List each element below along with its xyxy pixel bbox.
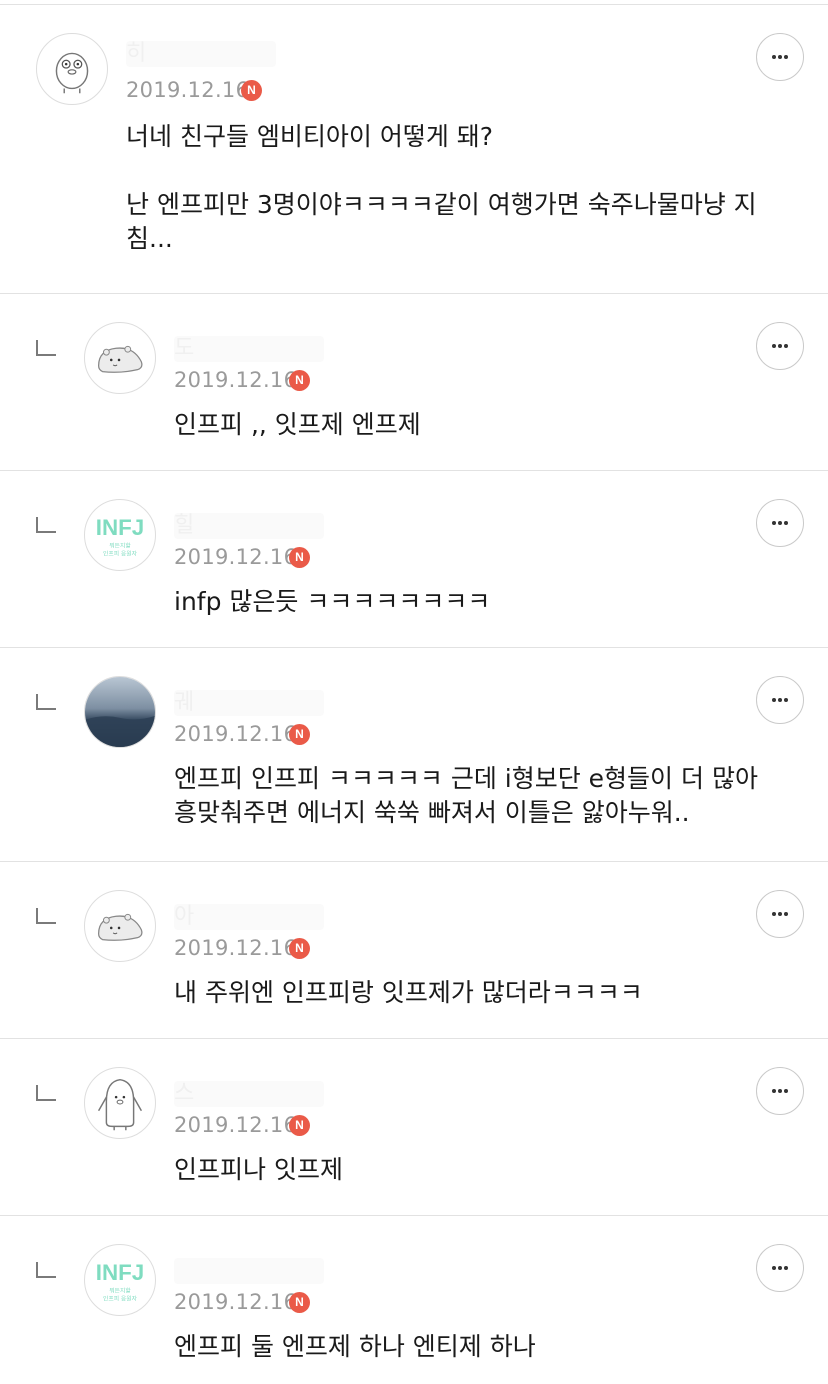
reply-arrow-icon	[36, 908, 56, 924]
seal-avatar-icon	[97, 345, 143, 373]
avatar[interactable]	[84, 890, 156, 962]
reply-item: INFJ 뭐든지할 인프피 응원자 힐 2019.12.16 N infp 많은…	[0, 471, 828, 648]
dot	[778, 912, 782, 916]
new-badge: N	[289, 724, 310, 745]
more-options-button[interactable]	[756, 499, 804, 547]
dot	[772, 55, 776, 59]
dot	[772, 1089, 776, 1093]
dot	[784, 1266, 788, 1270]
reply-arrow-icon	[36, 340, 56, 356]
comment-text: 내 주위엔 인프피랑 잇프제가 많더라ㅋㅋㅋㅋ	[174, 978, 643, 1007]
duck-avatar-icon	[55, 52, 89, 94]
dot	[784, 698, 788, 702]
dot	[784, 344, 788, 348]
reply-item: INFJ 뭐든지할 인프피 응원자 2019.12.16 N 엔프피 둘 엔프제…	[0, 1216, 828, 1384]
svg-text:뭐든지할: 뭐든지할	[109, 542, 131, 550]
reply-item: 궤 2019.12.16 N 엔프피 인프피 ㅋㅋㅋㅋㅋ 근데 i형보단 e형들…	[0, 648, 828, 862]
infj-avatar-icon: INFJ 뭐든지할 인프피 응원자	[96, 1260, 144, 1302]
dot	[772, 698, 776, 702]
svg-text:뭐든지할: 뭐든지할	[109, 1287, 131, 1295]
new-badge: N	[289, 547, 310, 568]
comment-date: 2019.12.16	[126, 78, 250, 102]
dot	[778, 521, 782, 525]
dot	[778, 1089, 782, 1093]
comment-text: 엔프피 인프피 ㅋㅋㅋㅋㅋ 근데 i형보단 e형들이 더 많아 흥맞춰주면 에너…	[174, 764, 758, 827]
avatar[interactable]: INFJ 뭐든지할 인프피 응원자	[84, 1244, 156, 1316]
comment-text: 인프피나 잇프제	[174, 1155, 343, 1184]
penguin-avatar-icon	[97, 1078, 143, 1131]
new-badge: N	[241, 80, 262, 101]
comment-date: 2019.12.16	[174, 368, 298, 392]
reply-item: 스 2019.12.16 N 인프피나 잇프제	[0, 1039, 828, 1216]
reply-item: 도 2019.12.16 N 인프피 ,, 잇프제 엔프제	[0, 294, 828, 471]
dot	[778, 698, 782, 702]
dot	[772, 344, 776, 348]
reply-arrow-icon	[36, 1085, 56, 1101]
nickname[interactable]: 아	[174, 904, 324, 930]
dot	[784, 55, 788, 59]
comment-text: 너네 친구들 엠비티아이 어떻게 돼? 난 엔프피만 3명이야ㅋㅋㅋㅋ같이 여행…	[126, 122, 757, 253]
more-options-button[interactable]	[756, 1244, 804, 1292]
avatar[interactable]	[84, 1067, 156, 1139]
dot	[778, 55, 782, 59]
nickname[interactable]: 힐	[174, 513, 324, 539]
new-badge: N	[289, 370, 310, 391]
svg-text:인프피 응원자: 인프피 응원자	[103, 1294, 138, 1302]
dot	[778, 344, 782, 348]
dot	[784, 1089, 788, 1093]
comment-date: 2019.12.16	[174, 1290, 298, 1314]
avatar[interactable]	[84, 322, 156, 394]
dot	[778, 1266, 782, 1270]
seal-avatar-icon	[97, 913, 143, 941]
new-badge: N	[289, 1292, 310, 1313]
comment-text: 인프피 ,, 잇프제 엔프제	[174, 410, 421, 439]
reply-arrow-icon	[36, 517, 56, 533]
nickname[interactable]: 궤	[174, 690, 324, 716]
comment-date: 2019.12.16	[174, 1113, 298, 1137]
more-options-button[interactable]	[756, 33, 804, 81]
nickname[interactable]: 스	[174, 1081, 324, 1107]
comment-text: infp 많은듯 ㅋㅋㅋㅋㅋㅋㅋㅋ	[174, 587, 491, 616]
nickname[interactable]: 히	[126, 41, 276, 67]
nickname[interactable]: 도	[174, 336, 324, 362]
svg-text:인프피 응원자: 인프피 응원자	[103, 549, 138, 557]
dot	[772, 1266, 776, 1270]
more-options-button[interactable]	[756, 1067, 804, 1115]
dot	[772, 521, 776, 525]
comment-date: 2019.12.16	[174, 936, 298, 960]
comment-date: 2019.12.16	[174, 545, 298, 569]
dot	[784, 912, 788, 916]
infj-avatar-icon: INFJ 뭐든지할 인프피 응원자	[96, 515, 144, 557]
more-options-button[interactable]	[756, 322, 804, 370]
reply-arrow-icon	[36, 1262, 56, 1278]
avatar[interactable]	[84, 676, 156, 748]
avatar[interactable]	[36, 33, 108, 105]
nickname[interactable]	[174, 1258, 324, 1284]
reply-arrow-icon	[36, 694, 56, 710]
new-badge: N	[289, 1115, 310, 1136]
dot	[784, 521, 788, 525]
avatar[interactable]: INFJ 뭐든지할 인프피 응원자	[84, 499, 156, 571]
comment-date: 2019.12.16	[174, 722, 298, 746]
reply-item: 아 2019.12.16 N 내 주위엔 인프피랑 잇프제가 많더라ㅋㅋㅋㅋ	[0, 862, 828, 1039]
new-badge: N	[289, 938, 310, 959]
comment-item: 히 2019.12.16 N 너네 친구들 엠비티아이 어떻게 돼? 난 엔프피…	[0, 5, 828, 294]
dot	[772, 912, 776, 916]
svg-text:INFJ: INFJ	[96, 515, 144, 540]
comment-text: 엔프피 둘 엔프제 하나 엔티제 하나	[174, 1332, 536, 1361]
more-options-button[interactable]	[756, 676, 804, 724]
more-options-button[interactable]	[756, 890, 804, 938]
svg-text:INFJ: INFJ	[96, 1260, 144, 1285]
sky-photo-avatar-icon	[85, 677, 155, 747]
